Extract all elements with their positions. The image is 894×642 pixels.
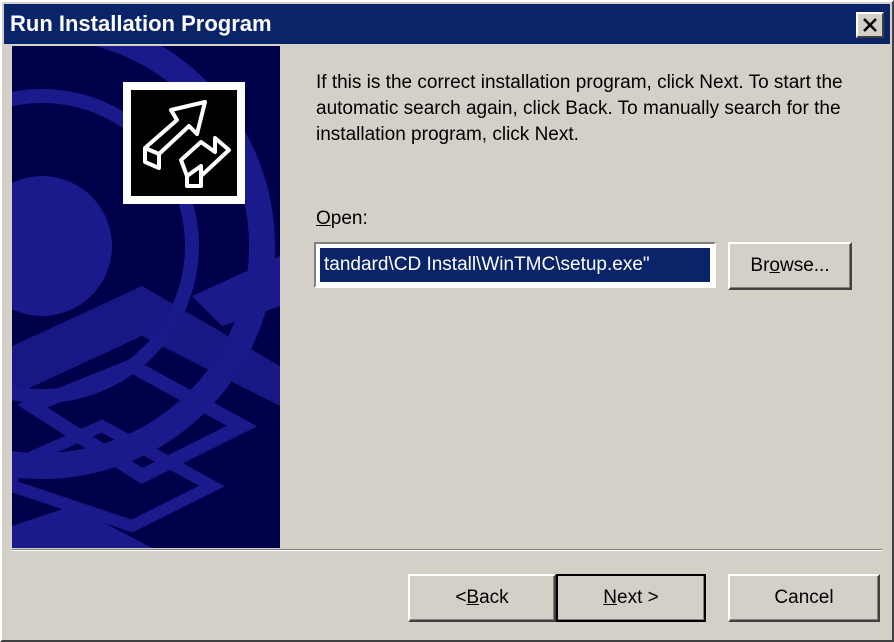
setup-arrow-icon	[143, 100, 231, 188]
open-label: Open:	[316, 208, 368, 229]
window-title: Run Installation Program	[10, 11, 272, 36]
open-path-value: tandard\CD Install\WinTMC\setup.exe"	[320, 248, 710, 282]
cancel-button[interactable]: Cancel	[728, 574, 880, 622]
browse-button[interactable]: Br o wse...	[728, 242, 852, 290]
setup-logo	[123, 82, 245, 204]
next-button[interactable]: Next >	[556, 574, 706, 622]
footer-separator	[12, 549, 882, 551]
close-button[interactable]	[856, 12, 884, 38]
close-icon	[863, 18, 877, 32]
open-path-input[interactable]: tandard\CD Install\WinTMC\setup.exe"	[314, 242, 716, 288]
instructions-text: If this is the correct installation prog…	[316, 72, 843, 145]
wizard-banner	[12, 46, 280, 548]
back-button[interactable]: < Back	[408, 574, 556, 622]
title-bar[interactable]: Run Installation Program	[4, 4, 890, 44]
dialog-window: Run Installation Program If this is the …	[0, 0, 894, 642]
